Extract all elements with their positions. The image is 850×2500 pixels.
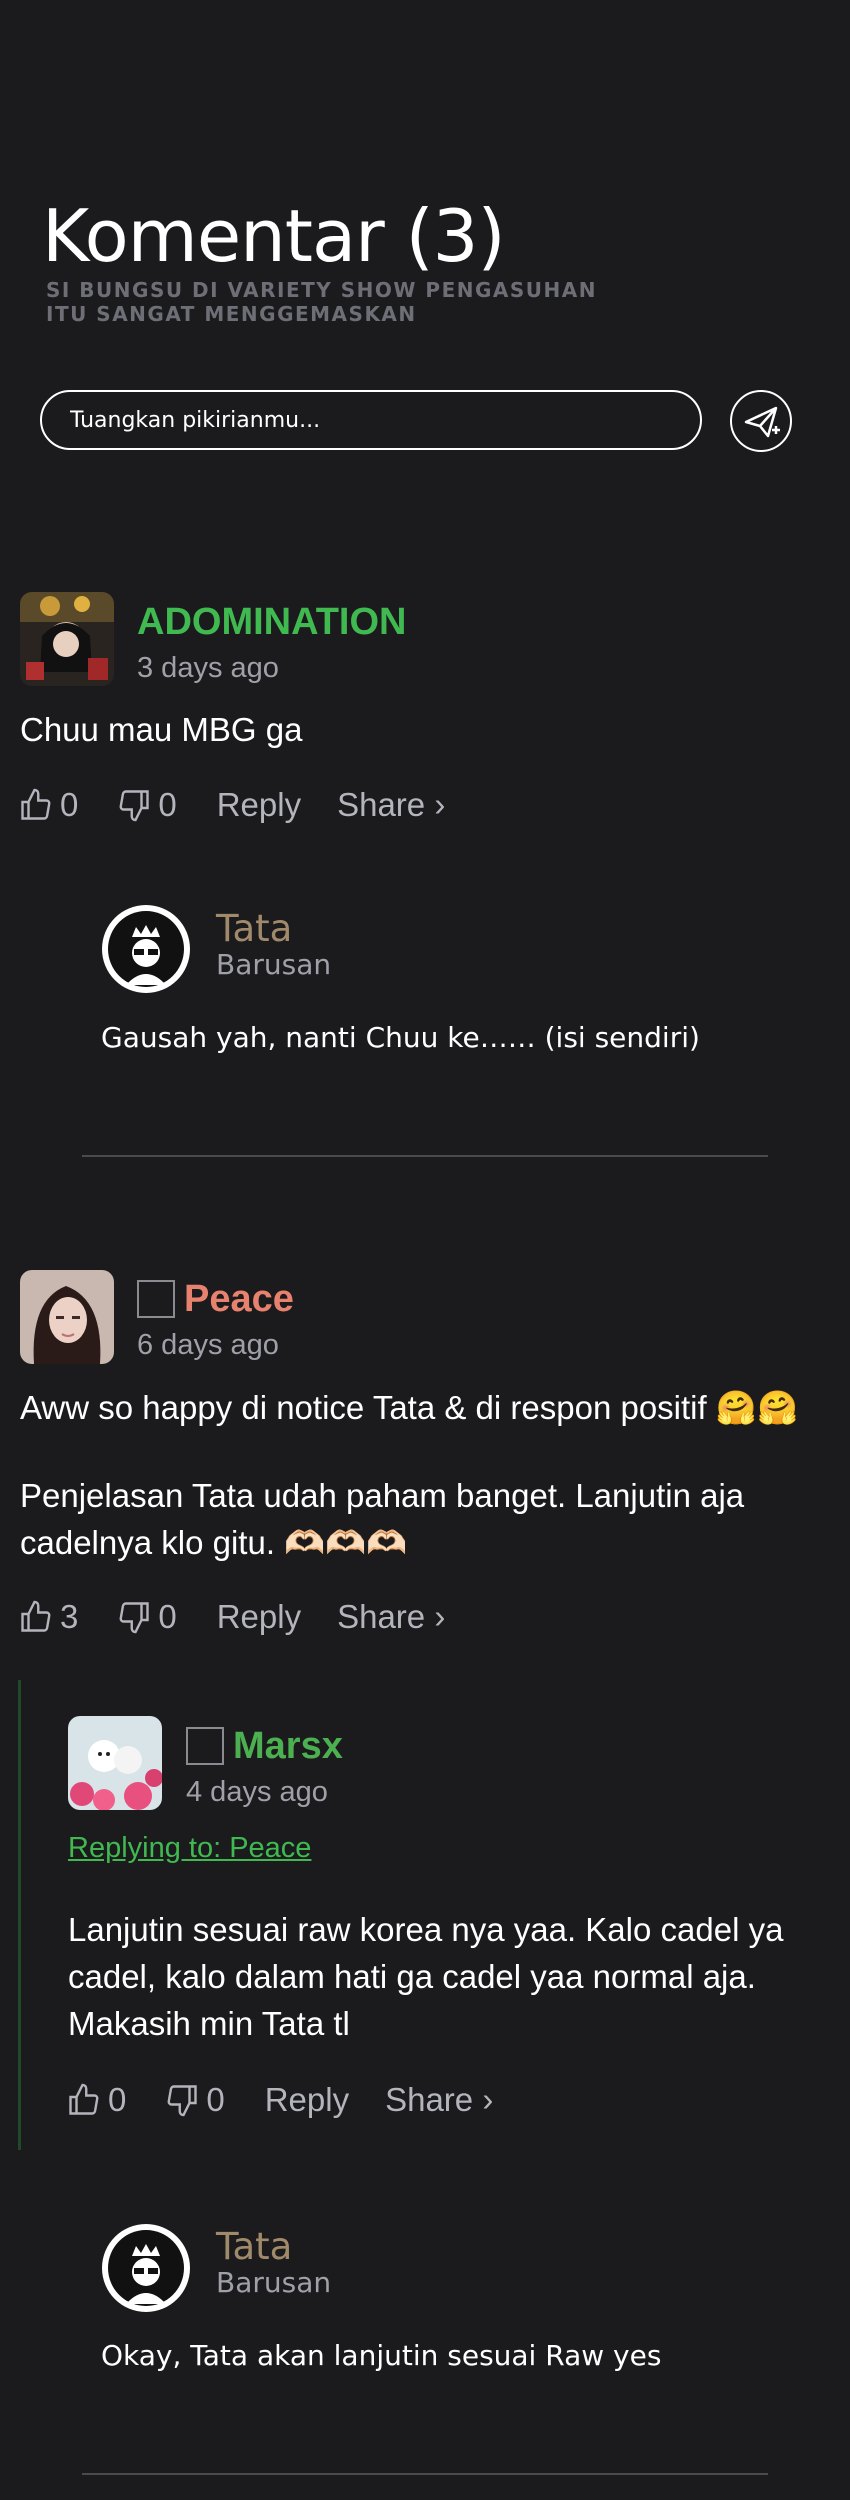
like-count: 3	[60, 1598, 79, 1635]
divider	[82, 1155, 768, 1157]
comment-username[interactable]: Peace	[184, 1277, 294, 1321]
send-icon	[744, 406, 780, 438]
admin-reply-text: Okay, Tata akan lanjutin sesuai Raw yes	[101, 2339, 662, 2372]
replying-to-link[interactable]: Replying to: Peace	[68, 1830, 311, 1866]
reply-button[interactable]: Reply	[217, 1598, 301, 1636]
dislike-count: 0	[158, 1598, 177, 1635]
admin-timestamp: Barusan	[216, 948, 332, 981]
admin-logo-icon	[108, 911, 184, 987]
page-subtitle: SI BUNGSU DI VARIETY SHOW PENGASUHAN ITU…	[46, 278, 597, 326]
avatar	[68, 1716, 162, 1810]
share-button[interactable]: Share ›	[385, 2081, 493, 2119]
reply-button[interactable]: Reply	[217, 786, 301, 824]
like-button[interactable]: 0	[18, 786, 78, 824]
dislike-count: 0	[206, 2081, 225, 2118]
comment-actions: 3 0 Reply Share ›	[18, 1595, 445, 1639]
comment-actions: 0 0 Reply Share ›	[18, 783, 445, 827]
thumbs-up-icon	[21, 788, 51, 820]
like-button[interactable]: 3	[18, 1598, 78, 1636]
dislike-count: 0	[158, 786, 177, 823]
admin-reply-text: Gausah yah, nanti Chuu ke…… (isi sendiri…	[101, 1021, 700, 1054]
thread-line	[18, 1680, 21, 2150]
thumbs-up-icon	[21, 1600, 51, 1632]
reply-timestamp: 4 days ago	[186, 1776, 328, 1808]
comment-text: Aww so happy di notice Tata & di respon …	[20, 1389, 799, 1426]
thumbs-down-icon	[119, 790, 150, 822]
reply-actions: 0 0 Reply Share ›	[66, 2078, 493, 2122]
like-count: 0	[60, 786, 79, 823]
like-count: 0	[108, 2081, 127, 2118]
comment-timestamp: 3 days ago	[137, 652, 279, 684]
dislike-button[interactable]: 0	[164, 2081, 225, 2119]
page-title: Komentar (3)	[42, 194, 506, 278]
dislike-button[interactable]: 0	[116, 786, 177, 824]
divider	[82, 2473, 768, 2475]
like-button[interactable]: 0	[66, 2081, 126, 2119]
admin-avatar	[102, 2224, 190, 2312]
dislike-button[interactable]: 0	[116, 1598, 177, 1636]
share-button[interactable]: Share ›	[337, 786, 445, 824]
user-badge	[137, 1280, 175, 1318]
comment-text: cadelnya klo gitu. 🫶🏻🫶🏻🫶🏻	[20, 1524, 408, 1561]
comment-input[interactable]	[40, 390, 702, 450]
avatar	[20, 592, 114, 686]
reply-text: Lanjutin sesuai raw korea nya yaa. Kalo …	[68, 1911, 784, 1948]
reply-button[interactable]: Reply	[265, 2081, 349, 2119]
thumbs-up-icon	[69, 2083, 99, 2115]
share-button[interactable]: Share ›	[337, 1598, 445, 1636]
admin-timestamp: Barusan	[216, 2266, 332, 2299]
comment-text: Penjelasan Tata udah paham banget. Lanju…	[20, 1477, 745, 1514]
admin-avatar	[102, 905, 190, 993]
admin-logo-icon	[108, 2230, 184, 2306]
comment-timestamp: 6 days ago	[137, 1329, 279, 1361]
avatar	[20, 1270, 114, 1364]
user-badge	[186, 1727, 224, 1765]
send-button[interactable]	[730, 390, 792, 452]
admin-name: Tata	[216, 907, 293, 950]
reply-text: Makasih min Tata tl	[68, 2005, 350, 2042]
comment-username[interactable]: ADOMINATION	[137, 600, 407, 644]
admin-name: Tata	[216, 2225, 293, 2268]
comment-text: Chuu mau MBG ga	[20, 711, 303, 748]
thumbs-down-icon	[167, 2085, 198, 2117]
thumbs-down-icon	[119, 1602, 150, 1634]
reply-username[interactable]: Marsx	[233, 1724, 343, 1768]
reply-text: cadel, kalo dalam hati ga cadel yaa norm…	[68, 1958, 756, 1995]
